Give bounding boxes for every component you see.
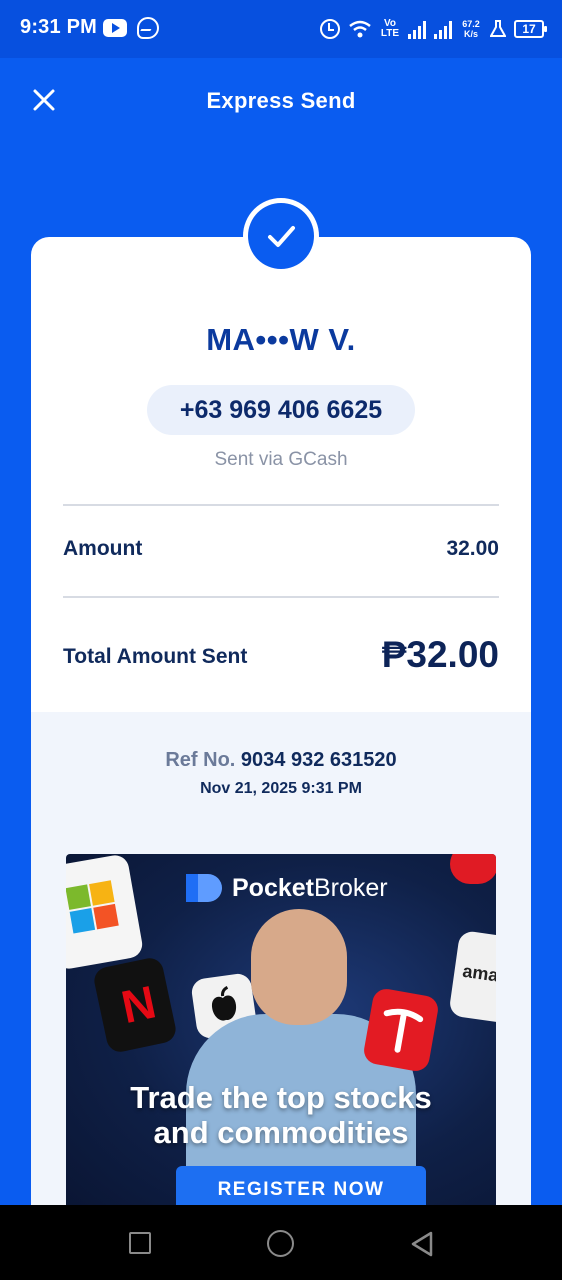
netflix-tile: N <box>91 955 179 1055</box>
red-tile <box>450 854 496 884</box>
volte-indicator: Vo LTE <box>380 18 400 39</box>
microsoft-tile <box>66 854 145 971</box>
ref-number: 9034 932 631520 <box>240 749 397 771</box>
ad-brand-name: PocketBroker <box>232 874 388 903</box>
amazon-tile: ama <box>448 929 496 1025</box>
ad-banner[interactable]: N ama PocketBroker Trade the top stocks … <box>66 854 496 1214</box>
signal-icon <box>408 19 426 39</box>
tesla-tile <box>361 986 441 1074</box>
person-head <box>251 909 347 1025</box>
flask-icon <box>489 20 507 38</box>
system-nav-bar <box>0 1205 562 1280</box>
total-amount: ₱32.00 <box>381 634 499 675</box>
amount-label: Amount <box>63 537 143 560</box>
total-label: Total Amount Sent <box>63 645 248 668</box>
status-icons: Vo LTE 67.2 K/s 17 <box>320 14 547 44</box>
checkmark-icon <box>268 226 295 247</box>
amazon-tile-text: ama <box>461 960 496 986</box>
sent-via-label: Sent via GCash <box>214 449 348 470</box>
pocket-broker-icon <box>184 872 224 904</box>
home-button[interactable] <box>267 1230 294 1257</box>
ad-headline-line2: and commodities <box>153 1115 409 1150</box>
amount-value: 32.00 <box>446 537 499 560</box>
ad-brand-bold: Pocket <box>232 873 314 902</box>
back-icon <box>411 1231 433 1257</box>
receipt-footer: Ref No. 9034 932 631520 Nov 21, 2025 9:3… <box>31 712 531 1227</box>
divider <box>63 596 499 598</box>
back-button[interactable] <box>410 1231 434 1257</box>
network-speed: 67.2 K/s <box>462 19 480 39</box>
receipt-card: MA•••W V. +63 969 406 6625 Sent via GCas… <box>31 237 531 1227</box>
signal-icon-2 <box>434 19 452 39</box>
wifi-icon <box>348 19 372 39</box>
ref-label: Ref No. <box>165 749 236 771</box>
reference-line: Ref No. 9034 932 631520 <box>31 749 531 772</box>
page-title: Express Send <box>206 88 356 113</box>
status-time: 9:31 PM <box>20 16 97 38</box>
ad-brand-light: Broker <box>313 873 388 902</box>
messenger-icon <box>137 17 159 39</box>
status-bar: 9:31 PM Vo LTE 67.2 K/s 17 <box>0 0 562 58</box>
success-badge <box>243 198 319 274</box>
recents-button[interactable] <box>129 1232 151 1254</box>
transaction-datetime: Nov 21, 2025 9:31 PM <box>200 780 362 797</box>
battery-icon: 17 <box>514 20 547 38</box>
alarm-icon <box>320 19 340 39</box>
youtube-icon <box>103 19 127 37</box>
recipient-phone: +63 969 406 6625 <box>147 385 415 435</box>
recipient-name: MA•••W V. <box>206 322 356 357</box>
ad-headline-line1: Trade the top stocks <box>130 1080 432 1115</box>
divider <box>63 504 499 506</box>
pocket-broker-logo: PocketBroker <box>184 872 388 904</box>
ad-headline: Trade the top stocks and commodities <box>66 1080 496 1150</box>
